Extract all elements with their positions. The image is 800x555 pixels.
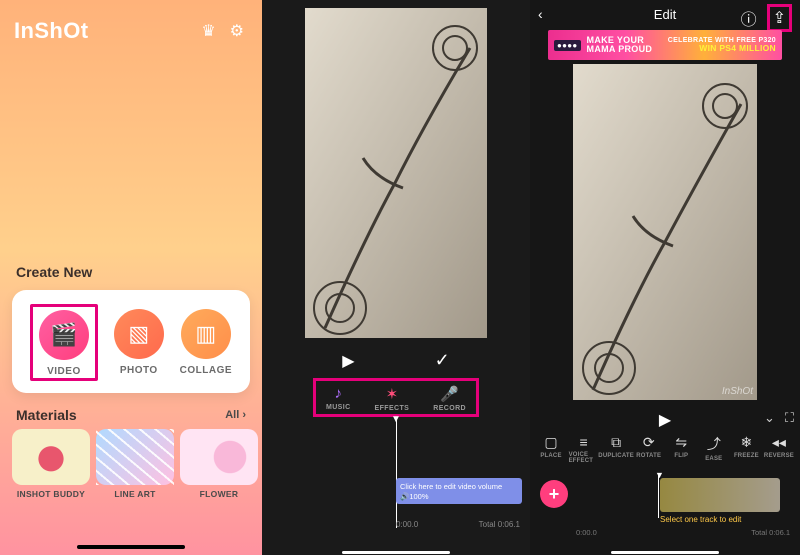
flip-icon: ⇋ [675,434,687,451]
freeze-icon: ❄ [741,434,753,451]
material-flower[interactable]: FLOWER [180,429,258,499]
ad-badge: ●●●● [554,40,581,51]
home-screen: InShOt ♛ ⚙ Create New 🎬 VIDEO ▧ PHOTO ▥ … [0,0,262,555]
fullscreen-icon[interactable]: ⛶ [785,410,794,426]
expand-down-icon[interactable]: ⌄ [764,410,775,426]
rotate-icon: ⟳ [643,434,655,451]
editor-audio-screen: ▶ ✓ ♪ MUSIC ✶ EFFECTS 🎤 RECORD ▼ Click h… [262,0,530,555]
tool-ease[interactable]: ⤴EASE [699,434,729,464]
tool-voice-effect[interactable]: ≡VOICE EFFECT [569,434,599,464]
help-icon[interactable]: ⓘ [741,6,757,30]
duplicate-icon: ⧉ [611,434,621,451]
ad-banner[interactable]: ●●●● MAKE YOUR MAMA PROUD CELEBRATE WITH… [548,30,782,60]
video-preview[interactable] [305,8,487,338]
materials-heading: Materials [16,407,77,423]
create-photo-button[interactable]: ▧ PHOTO [114,309,164,376]
create-card: 🎬 VIDEO ▧ PHOTO ▥ COLLAGE [12,290,250,393]
music-icon: ♪ [335,385,343,402]
tool-duplicate[interactable]: ⧉DUPLICATE [601,434,631,464]
timeline-playhead[interactable] [658,474,659,518]
check-icon[interactable]: ✓ [435,350,450,371]
mic-icon: 🎤 [440,385,459,403]
timeline-current-time: 0:00.0 [396,520,418,529]
watermark[interactable]: InShOt [722,386,753,397]
gear-icon[interactable]: ⚙ [230,21,244,41]
share-button[interactable]: ⇪ [767,4,792,32]
timeline-total-time: Total 0:06.1 [479,520,520,529]
tool-rotate[interactable]: ⟳ROTATE [634,434,664,464]
clapper-icon: 🎬 [50,322,77,348]
tool-reverse[interactable]: ◂◂REVERSE [764,434,794,464]
back-icon[interactable]: ‹ [538,6,543,22]
tool-place[interactable]: ▢PLACE [536,434,566,464]
app-logo: InShOt [14,18,89,44]
material-inshot-buddy[interactable]: INSHOT BUDDY [12,429,90,499]
audio-toolbar: ♪ MUSIC ✶ EFFECTS 🎤 RECORD [313,378,479,417]
timeline-playhead[interactable] [396,418,397,528]
music-button[interactable]: ♪ MUSIC [326,385,351,412]
collage-icon: ▥ [195,321,216,347]
home-indicator [342,551,450,554]
record-button[interactable]: 🎤 RECORD [433,385,466,412]
reverse-icon: ◂◂ [772,434,786,451]
wave-icon: ≡ [579,434,587,450]
page-title: Edit [654,7,676,22]
timeline-current-time: 0:00.0 [576,528,597,537]
create-collage-button[interactable]: ▥ COLLAGE [180,309,232,376]
home-indicator [77,545,185,549]
add-button[interactable]: + [540,480,568,508]
timeline-hint: Select one track to edit [660,515,741,524]
material-line-art[interactable]: LINE ART [96,429,174,499]
ease-icon: ⤴ [707,434,721,454]
tool-freeze[interactable]: ❄FREEZE [731,434,761,464]
editor-main-screen: ‹ Edit ⓘ ⇪ ●●●● MAKE YOUR MAMA PROUD CEL… [530,0,800,555]
play-icon[interactable]: ▶ [659,410,671,430]
timeline-total-time: Total 0:06.1 [751,528,790,537]
crown-icon[interactable]: ♛ [201,21,215,41]
place-icon: ▢ [544,434,557,451]
share-icon: ⇪ [773,10,786,27]
play-icon[interactable]: ▶ [342,351,354,371]
effects-button[interactable]: ✶ EFFECTS [375,385,410,412]
sparkle-icon: ✶ [386,385,399,403]
tool-flip[interactable]: ⇋FLIP [666,434,696,464]
timeline-volume-strip[interactable]: Click here to edit video volume 🔊100% [396,478,522,504]
home-indicator [611,551,719,554]
tool-row: ▢PLACE ≡VOICE EFFECT ⧉DUPLICATE ⟳ROTATE … [536,434,794,464]
video-preview[interactable]: InShOt [573,64,757,400]
create-new-heading: Create New [16,264,250,280]
materials-all-link[interactable]: All › [225,409,246,421]
create-video-button[interactable]: 🎬 VIDEO [30,304,98,381]
materials-row: INSHOT BUDDY LINE ART FLOWER [12,429,250,499]
timeline-thumbnails[interactable] [660,478,780,512]
plus-icon: + [549,484,560,505]
photo-icon: ▧ [128,321,149,347]
